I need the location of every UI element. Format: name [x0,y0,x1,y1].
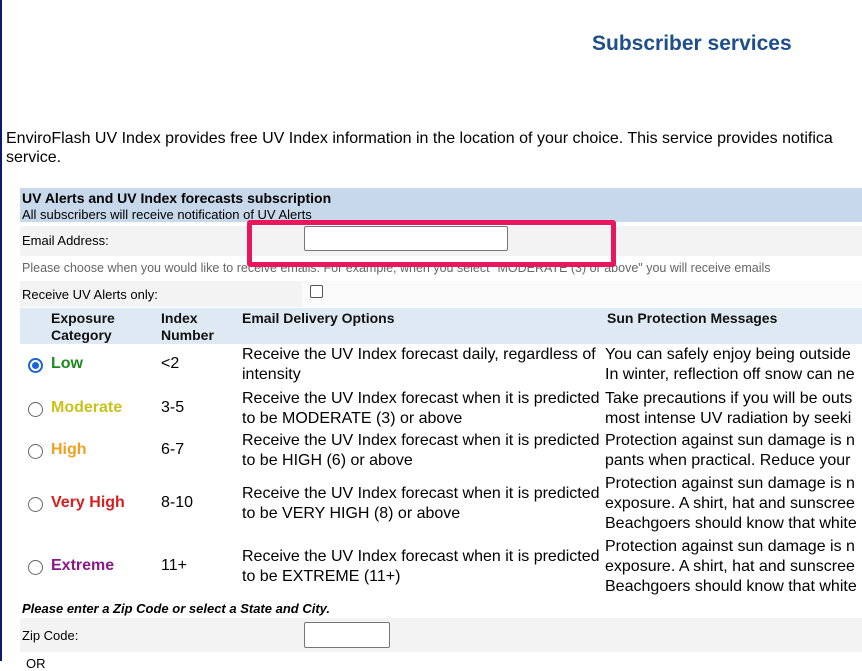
alerts-only-checkbox[interactable] [310,285,323,298]
header-exposure-category: Exposure Category [51,310,115,344]
message-line: Protection against sun damage is n [605,475,855,492]
delivery-option-text: Receive the UV Index forecast when it is… [242,548,600,585]
uv-option-row: Moderate 3-5 Receive the UV Index forecast… [20,388,862,430]
intro-line-1: EnviroFlash UV Index provides free UV In… [6,130,833,147]
sun-protection-message: Take precautions if you will be outs most… [605,389,862,429]
message-line: In winter, reflection off snow can ne [605,366,855,383]
sun-protection-message: Protection against sun damage is n pants … [605,431,862,471]
category-radio[interactable] [28,358,43,373]
sun-protection-message: Protection against sun damage is n exposu… [605,474,862,534]
message-line: You can safely enjoy being outside [605,346,851,363]
category-radio[interactable] [28,497,43,512]
zip-code-field[interactable] [304,622,390,648]
sun-protection-message: You can safely enjoy being outside In win… [605,345,862,385]
intro-text: EnviroFlash UV Index provides free UV In… [6,129,862,167]
zip-prompt: Please enter a Zip Code or select a Stat… [22,601,331,616]
index-number: 3-5 [161,399,185,416]
category-radio[interactable] [28,402,43,417]
uv-option-row: High 6-7 Receive the UV Index forecast whe… [20,430,862,472]
message-line: Protection against sun damage is n [605,538,855,555]
delivery-option-text: Receive the UV Index forecast daily, reg… [242,346,596,383]
message-line: exposure. A shirt, hat and sunscree [605,558,855,575]
email-label: Email Address: [22,233,109,248]
message-line: Beachgoers should know that white [605,515,857,532]
uv-option-row: Very High 8-10 Receive the UV Index foreca… [20,473,862,535]
index-number: 8-10 [161,494,194,511]
message-line: Protection against sun damage is n [605,432,855,449]
category-radio[interactable] [28,560,43,575]
message-line: most intense UV radiation by seeki [605,410,852,427]
message-line: pants when practical. Reduce your [605,452,851,469]
highlight-box [247,220,616,267]
alerts-only-row: Receive UV Alerts only: [20,281,862,307]
alerts-only-cell [302,281,862,307]
message-line: Beachgoers should know that white [605,578,857,595]
zip-row: Zip Code: [20,618,862,652]
exposure-category: Very High [51,494,125,511]
header-sun-protection: Sun Protection Messages [607,310,778,326]
exposure-category: Low [51,355,83,372]
header-index-line2: Number [161,327,214,343]
section-title: UV Alerts and UV Index forecasts subscri… [22,190,332,206]
category-radio[interactable] [28,444,43,459]
exposure-category: Extreme [51,557,115,574]
zip-label: Zip Code: [22,628,79,643]
message-line: Take precautions if you will be outs [605,390,853,407]
delivery-option-text: Receive the UV Index forecast when it is… [242,485,600,522]
header-delivery-options: Email Delivery Options [242,310,395,326]
options-table-header: Exposure Category Index Number Email Del… [20,308,862,344]
header-index-number: Index Number [161,310,214,344]
page-title: Subscriber services [592,32,792,55]
section-header: UV Alerts and UV Index forecasts subscri… [20,188,862,222]
index-number: <2 [161,355,180,372]
delivery-option-text: Receive the UV Index forecast when it is… [242,390,600,427]
header-index-line1: Index [161,310,198,326]
uv-option-row: Low <2 Receive the UV Index forecast daily… [20,344,862,386]
intro-line-2: service. [6,149,62,166]
alerts-only-label: Receive UV Alerts only: [22,287,158,302]
index-number: 11+ [161,557,187,574]
message-line: exposure. A shirt, hat and sunscree [605,495,855,512]
sun-protection-message: Protection against sun damage is n exposu… [605,537,862,597]
left-border [0,0,2,661]
header-category-line2: Category [51,327,112,343]
exposure-category: High [51,441,87,458]
or-text: OR [26,656,46,671]
index-number: 6-7 [161,441,185,458]
header-category-line1: Exposure [51,310,115,326]
uv-option-row: Extreme 11+ Receive the UV Index forecast … [20,536,862,598]
delivery-option-text: Receive the UV Index forecast when it is… [242,432,600,469]
exposure-category: Moderate [51,399,123,416]
